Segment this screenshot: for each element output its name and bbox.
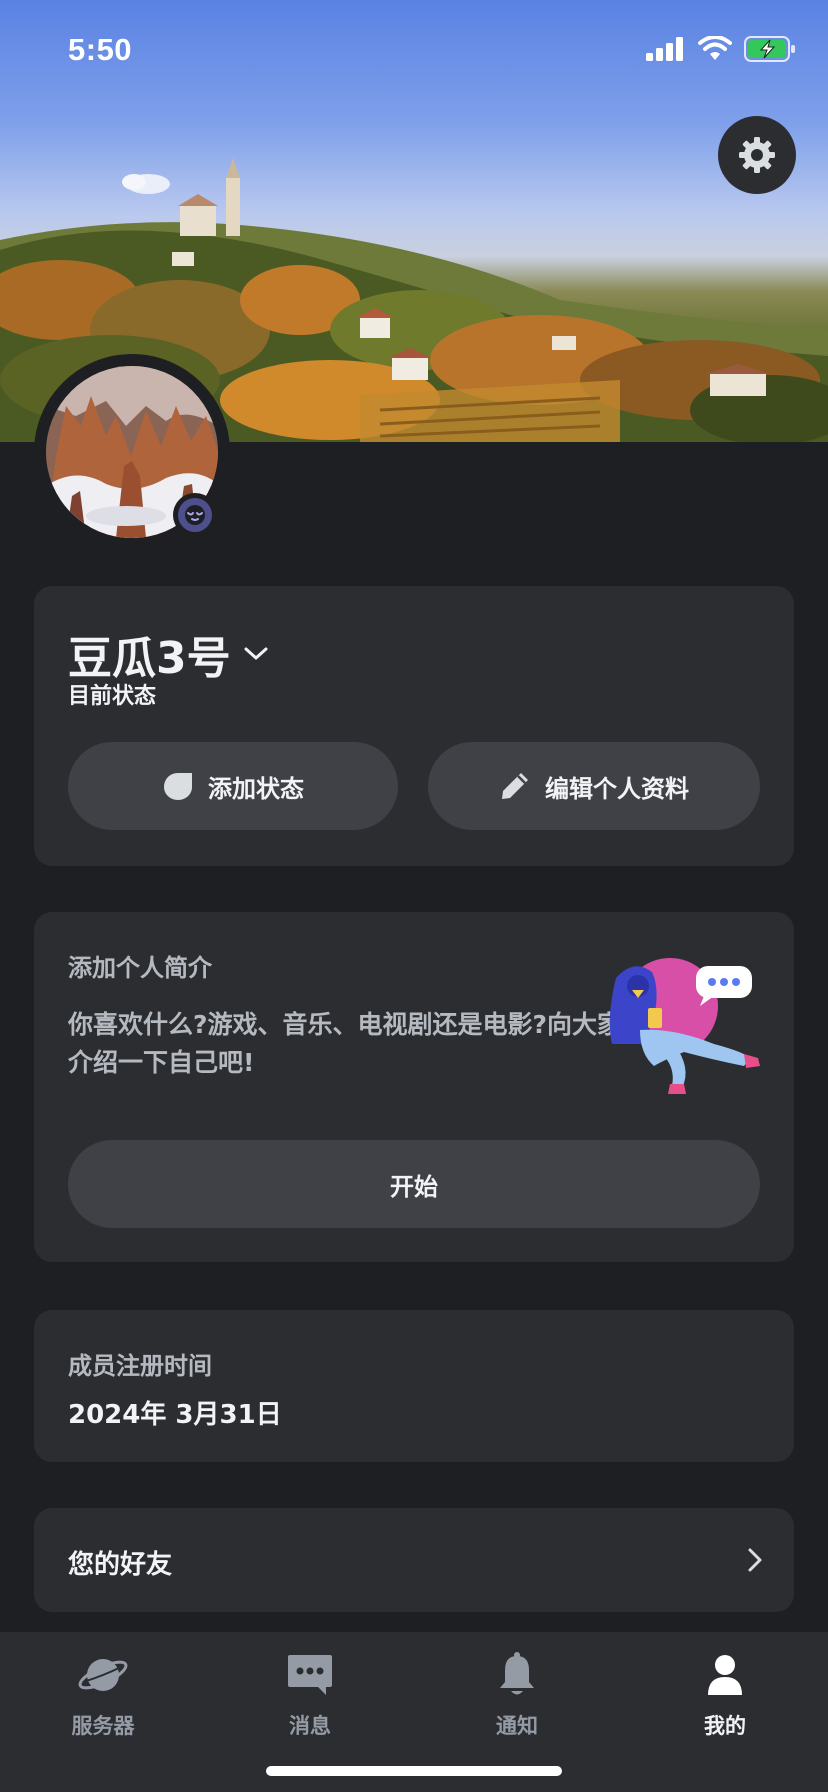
add-status-button[interactable]: 添加状态 (68, 742, 398, 830)
home-indicator[interactable] (266, 1766, 562, 1776)
nav-tab-servers[interactable]: 服务器 (33, 1650, 173, 1750)
member-since-title: 成员注册时间 (68, 1352, 212, 1380)
status-bar: 5:50 (0, 0, 828, 100)
status-bubble-icon (164, 773, 192, 800)
friends-row[interactable]: 您的好友 (34, 1508, 794, 1612)
display-name-row[interactable]: 豆瓜3号 (68, 622, 269, 686)
chevron-right-icon (748, 1548, 762, 1572)
nav-label-servers: 服务器 (71, 1714, 135, 1738)
gear-icon (739, 137, 775, 173)
chat-icon (288, 1655, 332, 1695)
nav-tab-notifications[interactable]: 通知 (447, 1650, 587, 1750)
nav-tab-profile[interactable]: 我的 (655, 1650, 795, 1750)
nav-label-messages: 消息 (289, 1714, 331, 1738)
edit-profile-button[interactable]: 编辑个人资料 (428, 742, 760, 830)
profile-card: 豆瓜3号 目前状态 添加状态 编辑个人资料 (34, 586, 794, 866)
bio-illustration-icon (609, 958, 760, 1094)
status-icons (646, 36, 796, 62)
pencil-icon (502, 773, 528, 799)
member-since-date: 2024年 3月31日 (68, 1400, 282, 1430)
sleeping-face-icon (185, 505, 205, 525)
planet-icon (78, 1659, 128, 1691)
bio-title: 添加个人简介 (68, 954, 212, 982)
display-name: 豆瓜3号 (68, 633, 231, 684)
settings-button[interactable] (718, 116, 796, 194)
friends-label: 您的好友 (68, 1550, 173, 1580)
wifi-icon (698, 36, 732, 60)
nav-label-profile: 我的 (704, 1714, 746, 1738)
start-button[interactable]: 开始 (68, 1140, 760, 1228)
nav-label-notifications: 通知 (496, 1714, 538, 1738)
status-badge (178, 498, 212, 532)
status-time: 5:50 (68, 32, 133, 67)
edit-profile-label: 编辑个人资料 (545, 774, 689, 803)
chevron-down-icon (244, 647, 268, 660)
battery-charging-icon (744, 36, 795, 62)
user-icon (708, 1655, 742, 1695)
cellular-signal-icon (646, 37, 683, 61)
member-since-card: 成员注册时间 2024年 3月31日 (34, 1310, 794, 1462)
start-label: 开始 (390, 1172, 438, 1201)
current-status-label: 目前状态 (68, 684, 157, 709)
nav-tab-messages[interactable]: 消息 (240, 1650, 380, 1750)
bio-description: 你喜欢什么?游戏、音乐、电视剧还是电影?向大家介绍一下自己吧! (68, 1010, 623, 1077)
bell-icon (500, 1652, 534, 1695)
add-status-label: 添加状态 (208, 774, 304, 803)
bio-card: 添加个人简介 你喜欢什么?游戏、音乐、电视剧还是电影?向大家介绍一下自己吧! 开… (34, 912, 794, 1262)
